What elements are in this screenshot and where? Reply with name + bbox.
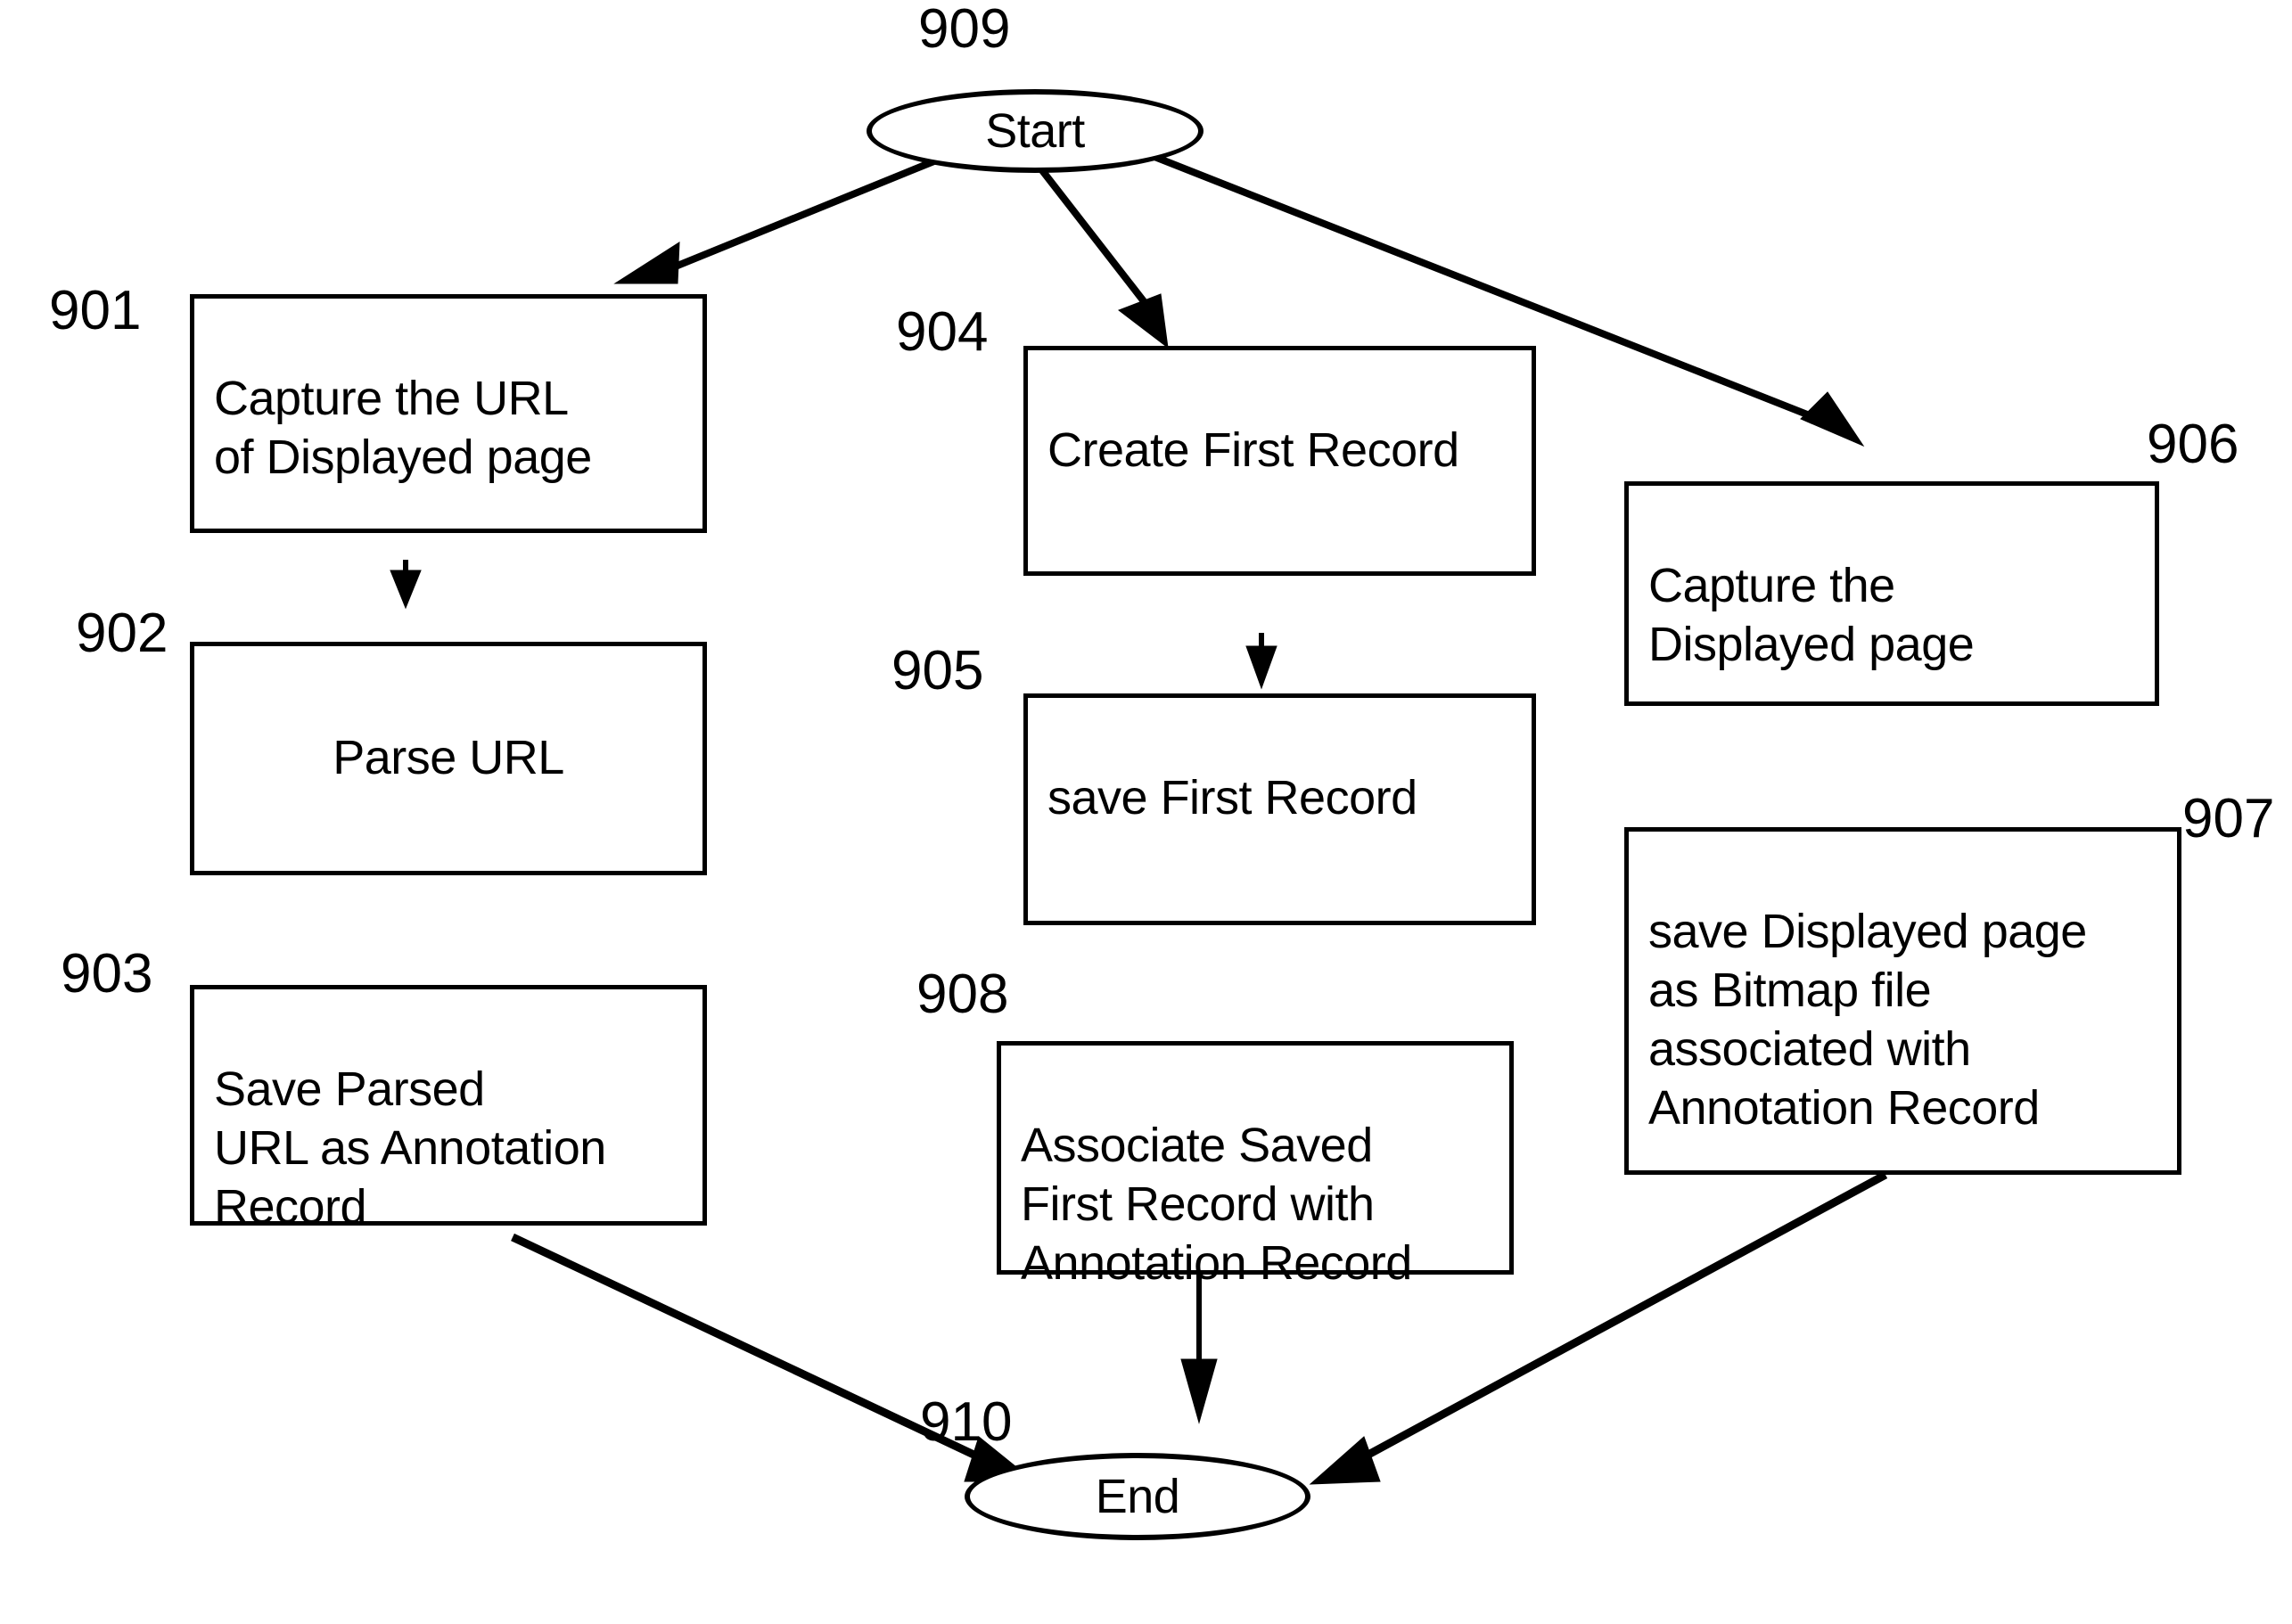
process-node-908-label: Associate Saved First Record with Annota…	[1021, 1118, 1412, 1290]
edge-908-to-910	[1180, 1275, 1218, 1424]
start-node[interactable]: Start	[867, 89, 1204, 173]
process-node-903-label: Save Parsed URL as Annotation Record	[214, 1062, 606, 1234]
process-node-902[interactable]: Parse URL	[190, 642, 707, 875]
process-node-905-label: save First Record	[1047, 770, 1417, 824]
process-node-907[interactable]: save Displayed page as Bitmap file assoc…	[1624, 827, 2181, 1175]
process-node-906[interactable]: Capture the Displayed page	[1624, 481, 2159, 706]
ref-label-905: 905	[891, 640, 984, 701]
process-node-907-label: save Displayed page as Bitmap file assoc…	[1648, 904, 2087, 1135]
ref-label-902: 902	[76, 603, 168, 664]
ref-label-903: 903	[61, 943, 153, 1005]
process-node-904-label: Create First Record	[1047, 422, 1459, 477]
end-node-label: End	[1095, 1470, 1180, 1523]
process-node-902-label: Parse URL	[333, 731, 564, 785]
edge-905-to-908	[1245, 633, 1277, 690]
ref-label-909-start: 909	[918, 0, 1011, 60]
ref-label-909-end: 910	[920, 1391, 1013, 1453]
ref-label-906: 906	[2147, 414, 2239, 475]
start-node-label: Start	[985, 104, 1085, 158]
process-node-901[interactable]: Capture the URL of Displayed page	[190, 294, 707, 533]
ref-label-908: 908	[916, 964, 1009, 1025]
end-node[interactable]: End	[965, 1453, 1310, 1540]
edge-909-to-901	[613, 155, 942, 284]
process-node-903[interactable]: Save Parsed URL as Annotation Record	[190, 985, 707, 1234]
process-node-904[interactable]: Create First Record	[1023, 346, 1536, 576]
ref-label-907: 907	[2182, 788, 2275, 849]
process-node-901-label: Capture the URL of Displayed page	[214, 371, 592, 484]
flowchart-canvas: 901 902 903 904 905 908 906 907 910 909 …	[0, 0, 2292, 1624]
ref-label-904: 904	[896, 301, 989, 363]
edge-909-to-904	[1035, 163, 1169, 349]
process-node-906-label: Capture the Displayed page	[1648, 558, 1975, 671]
edge-902-to-903	[390, 560, 422, 610]
ref-label-901: 901	[49, 280, 142, 341]
process-node-908[interactable]: Associate Saved First Record with Annota…	[997, 1041, 1514, 1290]
process-node-905[interactable]: save First Record	[1023, 693, 1536, 925]
